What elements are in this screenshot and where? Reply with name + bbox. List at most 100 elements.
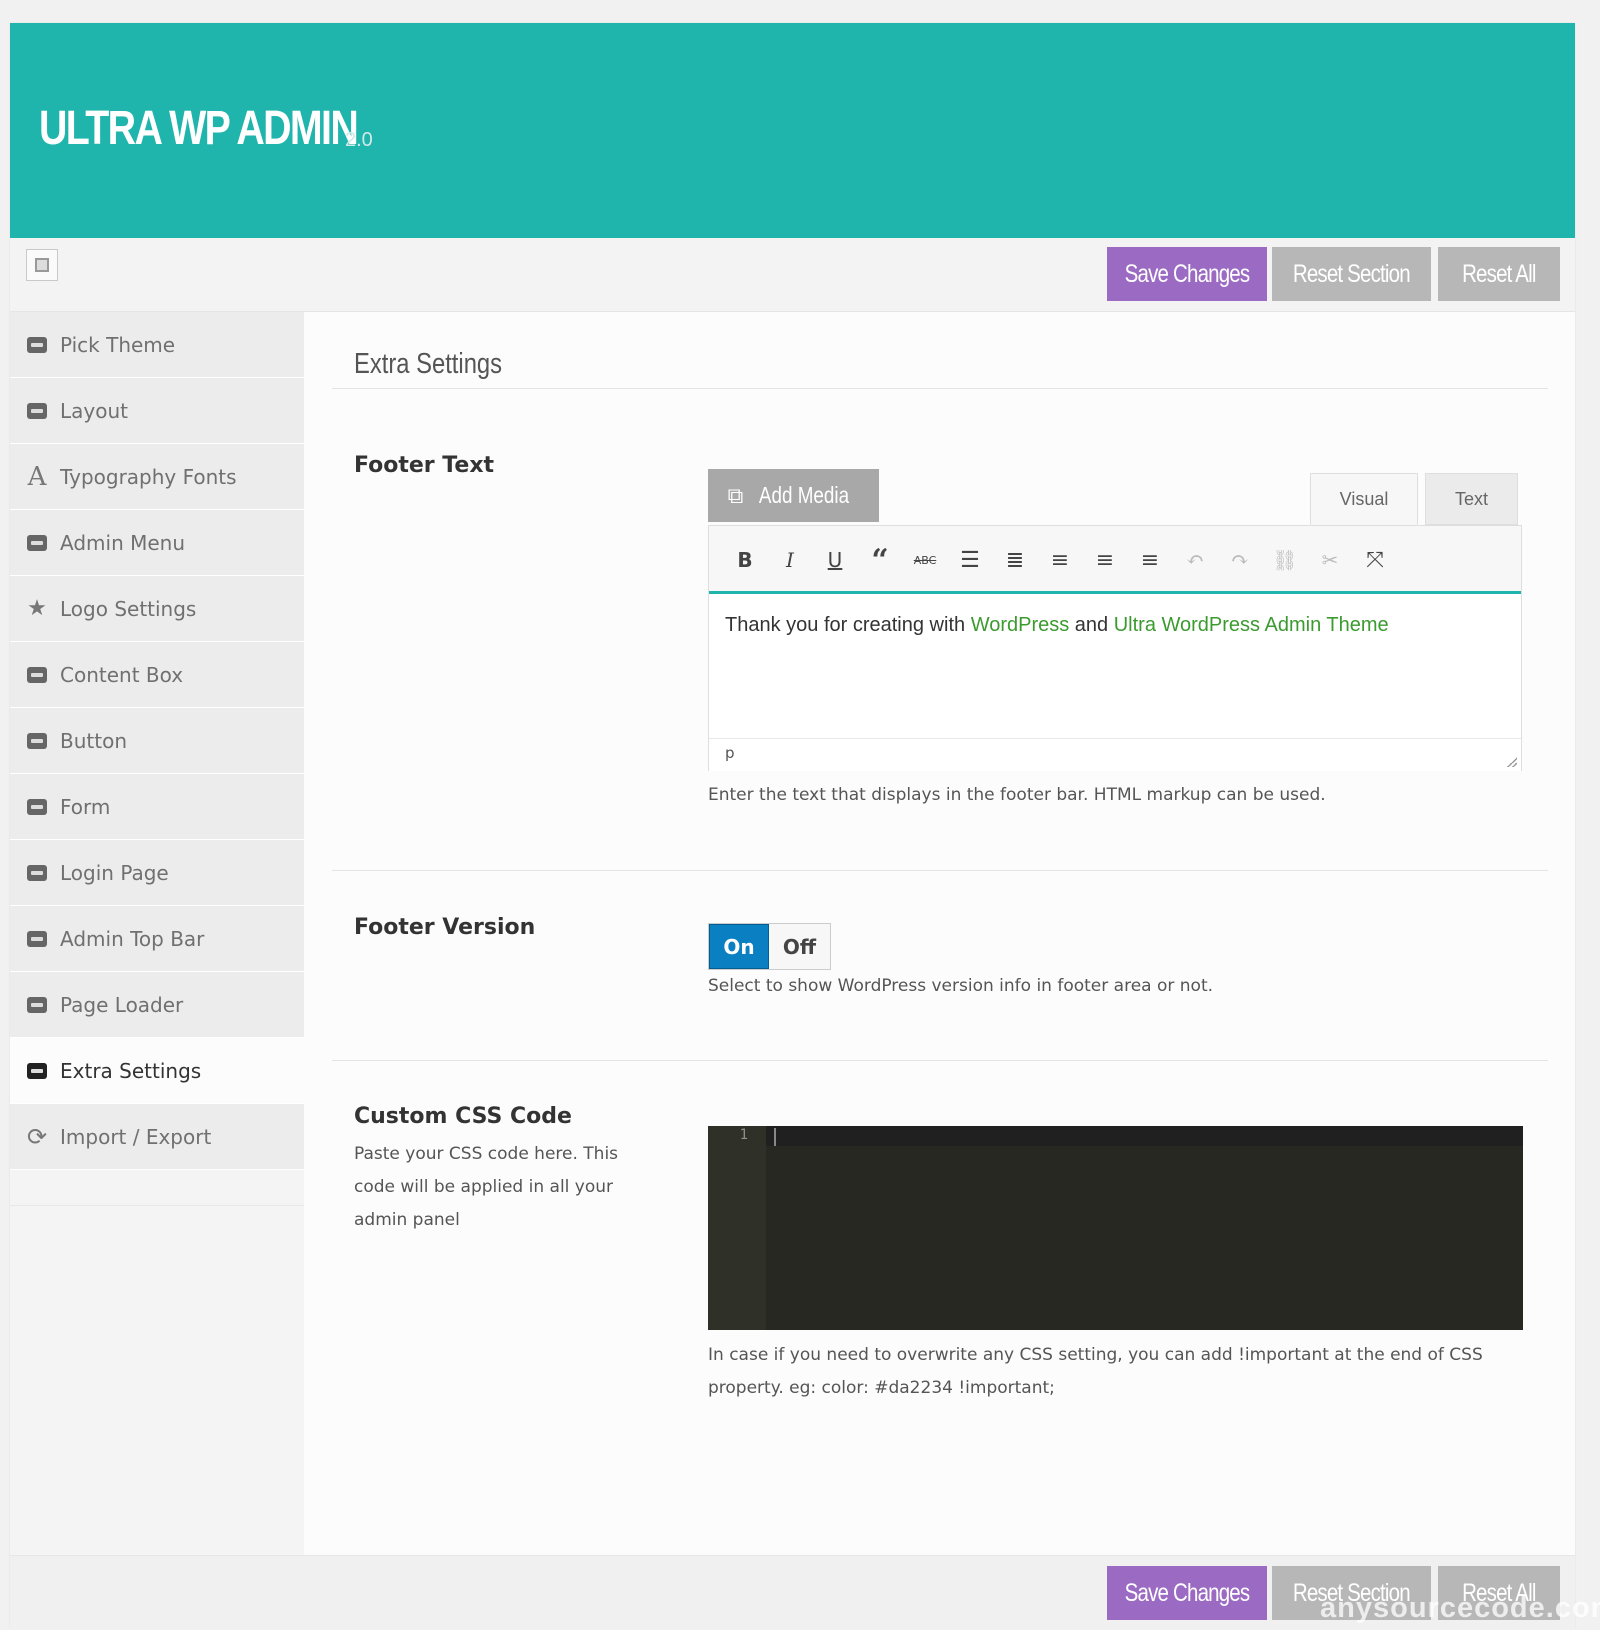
bullet-list-icon[interactable]: ☰ [956,546,984,574]
css-icon [26,1062,48,1079]
css-icon [26,336,48,353]
text-cursor [774,1128,776,1146]
align-left-icon[interactable]: ≡ [1046,546,1074,574]
unlink-icon[interactable]: ✂ [1316,546,1344,574]
font-icon: A [27,461,47,492]
sidebar-item-logo-settings[interactable]: ★ Logo Settings [10,576,304,642]
sidebar-item-form[interactable]: Form [10,774,304,840]
ultra-admin-link[interactable]: Ultra WordPress Admin Theme [1114,614,1389,636]
sidebar-item-import-export[interactable]: ⟳ Import / Export [10,1104,304,1170]
footer-version-toggle[interactable]: On Off [708,923,831,970]
footer-text-label: Footer Text [354,453,495,478]
css-icon [26,864,48,881]
wordpress-link[interactable]: WordPress [971,614,1070,636]
sidebar-item-admin-top-bar[interactable]: Admin Top Bar [10,906,304,972]
css-icon [26,732,48,749]
footer-version-label: Footer Version [354,915,536,940]
sidebar-item-label: Login Page [60,860,169,885]
underline-icon[interactable]: U [821,546,849,574]
tab-text[interactable]: Text [1425,473,1518,525]
app-version: 2.0 [345,129,373,151]
custom-css-subtitle: Paste your CSS code here. This code will… [354,1144,619,1230]
header-banner: ULTRA WP ADMIN 2.0 [10,23,1575,238]
watermark: anysourcecode.com [1320,1592,1600,1624]
sidebar-item-label: Layout [60,398,128,423]
fullscreen-icon[interactable]: ⤧ [1361,546,1389,574]
expand-options-button[interactable] [26,249,58,281]
italic-icon[interactable]: I [776,546,804,574]
tab-visual[interactable]: Visual [1310,473,1418,525]
editor-status-bar: p [709,738,1521,771]
link-icon[interactable]: ⛓ [1271,546,1299,574]
line-number: 1 [739,1127,748,1143]
sidebar-spacer [10,1170,304,1206]
custom-css-description: In case if you need to overwrite any CSS… [708,1345,1483,1398]
numbered-list-icon[interactable]: ≣ [1001,546,1029,574]
sidebar-item-label: Page Loader [60,992,184,1017]
sidebar-item-login-page[interactable]: Login Page [10,840,304,906]
editor-content[interactable]: Thank you for creating with WordPress an… [725,608,1485,643]
section-title: Extra Settings [354,348,503,380]
sidebar-item-page-loader[interactable]: Page Loader [10,972,304,1038]
main-content: Extra Settings Footer Text ⧉ Add Media V… [304,312,1575,1555]
divider [332,1060,1548,1061]
sidebar-item-content-box[interactable]: Content Box [10,642,304,708]
css-icon [26,534,48,551]
refresh-icon: ⟳ [26,1122,48,1151]
footer-version-description: Select to show WordPress version info in… [708,976,1214,996]
add-media-button[interactable]: ⧉ Add Media [708,469,879,522]
toggle-off-button[interactable]: Off [769,924,830,969]
footer-text-editor[interactable]: B I U “ ABC ☰ ≣ ≡ ≡ ≡ ↶ ↷ ⛓ ✂ ⤧ Thank yo… [708,525,1522,771]
top-toolbar: Save Changes Reset Section Reset All [10,238,1575,312]
sidebar-item-label: Admin Menu [60,530,186,555]
blockquote-icon[interactable]: “ [866,543,894,578]
css-icon [26,996,48,1013]
sidebar-item-label: Logo Settings [60,596,197,621]
sidebar: Pick Theme Layout A Typography Fonts Adm… [10,312,304,1555]
sidebar-item-label: Pick Theme [60,332,176,357]
toggle-on-button[interactable]: On [709,924,769,969]
undo-icon[interactable]: ↶ [1181,546,1209,574]
sidebar-item-label: Form [60,794,111,819]
reset-section-button[interactable]: Reset Section [1272,247,1431,301]
css-icon [26,666,48,683]
editor-toolbar: B I U “ ABC ☰ ≣ ≡ ≡ ≡ ↶ ↷ ⛓ ✂ ⤧ [709,526,1521,594]
divider [332,870,1548,871]
footer-text-description: Enter the text that displays in the foot… [708,785,1326,805]
star-icon: ★ [27,595,47,621]
sidebar-item-admin-menu[interactable]: Admin Menu [10,510,304,576]
media-icon: ⧉ [727,482,744,508]
css-code-editor[interactable]: 1 [708,1126,1523,1330]
element-path[interactable]: p [725,744,735,762]
save-button[interactable]: Save Changes [1107,247,1267,301]
align-right-icon[interactable]: ≡ [1136,546,1164,574]
resize-handle-icon[interactable] [1507,757,1517,767]
redo-icon[interactable]: ↷ [1226,546,1254,574]
line-gutter [708,1126,766,1330]
reset-all-button[interactable]: Reset All [1438,247,1560,301]
sidebar-item-label: Content Box [60,662,184,687]
sidebar-item-label: Extra Settings [60,1058,202,1083]
sidebar-item-label: Typography Fonts [60,464,237,489]
css-icon [26,402,48,419]
save-button[interactable]: Save Changes [1107,1566,1267,1620]
sidebar-item-label: Button [60,728,127,753]
sidebar-item-pick-theme[interactable]: Pick Theme [10,312,304,378]
sidebar-item-extra-settings[interactable]: Extra Settings [10,1038,304,1104]
app-title: ULTRA WP ADMIN [39,102,359,155]
options-panel: ULTRA WP ADMIN 2.0 Save Changes Reset Se… [10,23,1575,1630]
expand-icon [35,258,49,272]
sidebar-item-button[interactable]: Button [10,708,304,774]
css-icon [26,798,48,815]
css-icon [26,930,48,947]
sidebar-item-label: Import / Export [60,1124,212,1149]
bold-icon[interactable]: B [731,546,759,574]
sidebar-item-label: Admin Top Bar [60,926,205,951]
add-media-label: Add Media [759,482,850,508]
sidebar-item-layout[interactable]: Layout [10,378,304,444]
divider [332,388,1548,389]
strikethrough-icon[interactable]: ABC [911,546,939,574]
active-line [708,1126,1523,1146]
align-center-icon[interactable]: ≡ [1091,546,1119,574]
sidebar-item-typography-fonts[interactable]: A Typography Fonts [10,444,304,510]
